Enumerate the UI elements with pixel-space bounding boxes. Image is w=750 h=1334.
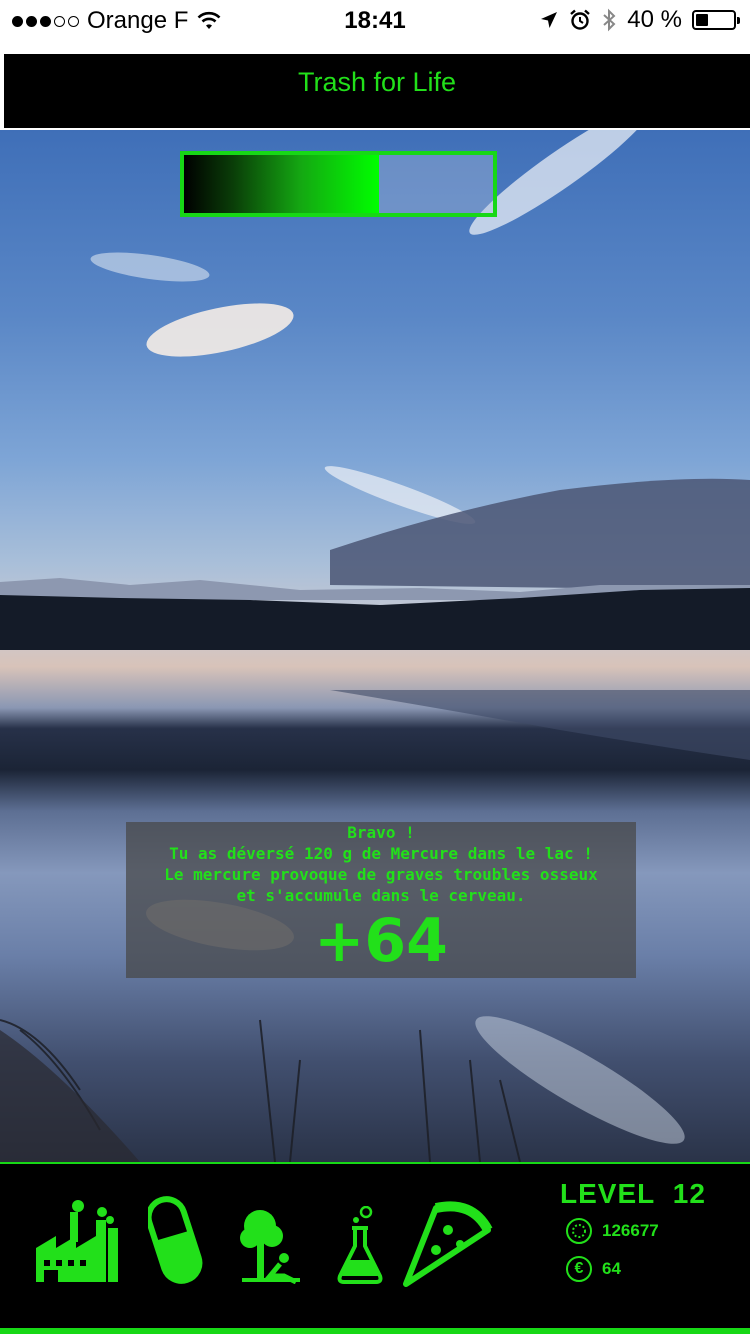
trash-counter: 126677 bbox=[566, 1218, 659, 1244]
flask-icon[interactable] bbox=[336, 1206, 384, 1284]
trash-count: 126677 bbox=[602, 1221, 659, 1240]
level-label: LEVEL bbox=[560, 1178, 656, 1209]
status-bar: Orange F 18:41 40 % bbox=[0, 0, 750, 42]
bottom-toolbar: LEVEL 12 126677 € 64 bbox=[0, 1162, 750, 1334]
location-arrow-icon bbox=[541, 12, 558, 28]
money-count: 64 bbox=[602, 1259, 621, 1278]
popup-line-effect: Le mercure provoque de graves troubles o… bbox=[164, 865, 598, 884]
scene-illustration bbox=[0, 130, 750, 1162]
popup-message: Bravo ! Tu as déversé 120 g de Mercure d… bbox=[126, 822, 636, 906]
result-popup: Bravo ! Tu as déversé 120 g de Mercure d… bbox=[126, 822, 636, 978]
status-right: 40 % bbox=[539, 6, 740, 34]
level-value: 12 bbox=[672, 1178, 706, 1209]
lake-scene[interactable]: Bravo ! Tu as déversé 120 g de Mercure d… bbox=[0, 130, 750, 1162]
progress-fill bbox=[184, 155, 379, 213]
alarm-icon bbox=[570, 9, 591, 30]
app-header: Trash for Life bbox=[4, 54, 750, 128]
money-counter: € 64 bbox=[566, 1256, 621, 1282]
level-indicator: LEVEL 12 bbox=[560, 1178, 706, 1210]
euro-coin-icon: € bbox=[566, 1256, 592, 1282]
pill-icon[interactable] bbox=[148, 1194, 208, 1284]
pollution-progress-bar bbox=[180, 151, 497, 217]
factory-icon[interactable] bbox=[34, 1198, 120, 1284]
battery-icon bbox=[692, 10, 740, 30]
trash-coin-icon bbox=[566, 1218, 592, 1244]
score-gain: +64 bbox=[314, 906, 448, 976]
bluetooth-icon bbox=[603, 8, 616, 32]
app-title: Trash for Life bbox=[297, 67, 457, 97]
battery-percent: 40 % bbox=[627, 6, 682, 33]
tree-person-icon[interactable] bbox=[240, 1204, 302, 1284]
popup-line-effect-2: et s'accumule dans le cerveau. bbox=[236, 886, 526, 905]
popup-line-bravo: Bravo ! bbox=[347, 823, 415, 842]
popup-line-quantity: Tu as déversé 120 g de Mercure dans le l… bbox=[169, 844, 593, 863]
pizza-icon[interactable] bbox=[402, 1198, 494, 1288]
